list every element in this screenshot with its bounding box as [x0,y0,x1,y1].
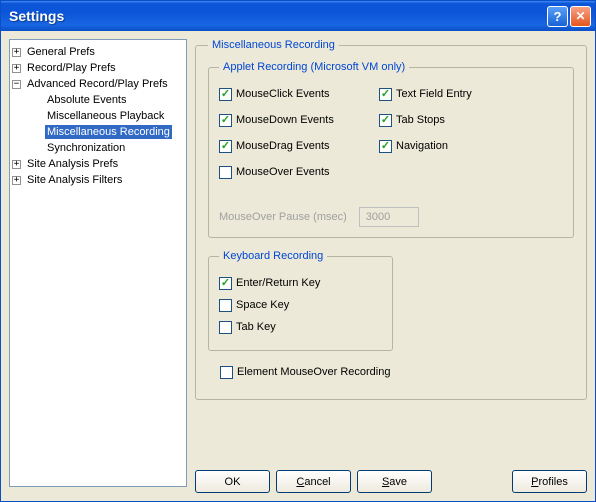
tree-node-sync[interactable]: Synchronization [32,140,184,156]
checkbox-icon[interactable] [219,114,232,127]
check-element-mouseover[interactable]: Element MouseOver Recording [220,363,574,381]
settings-window: Settings ? ✕ + General Prefs + Record/Pl… [0,0,596,502]
tree-label: Site Analysis Prefs [25,157,120,171]
check-textfield[interactable]: Text Field Entry [379,85,519,103]
minus-icon[interactable]: − [12,80,21,89]
spacer [438,470,506,493]
titlebar: Settings ? ✕ [1,1,595,31]
tree-label: General Prefs [25,45,97,59]
checkbox-icon[interactable] [219,166,232,179]
checkbox-icon[interactable] [219,299,232,312]
checkbox-icon[interactable] [379,140,392,153]
check-mouseover[interactable]: MouseOver Events [219,163,369,181]
tree-label: Miscellaneous Playback [45,109,166,123]
plus-icon[interactable]: + [12,64,21,73]
keyboard-recording-group: Keyboard Recording Enter/Return Key Spac… [208,250,393,351]
checkbox-label: Navigation [396,140,448,152]
close-button[interactable]: ✕ [570,6,591,27]
checkbox-icon[interactable] [219,277,232,290]
profiles-button[interactable]: Profiles [512,470,587,493]
advanced-children: Absolute Events Miscellaneous Playback M… [32,92,184,156]
checkbox-label: MouseDown Events [236,114,334,126]
titlebar-buttons: ? ✕ [547,6,591,27]
keyboard-title: Keyboard Recording [219,250,327,262]
check-space[interactable]: Space Key [219,296,382,314]
check-enter[interactable]: Enter/Return Key [219,274,382,292]
checkbox-icon[interactable] [379,114,392,127]
tree-node-recordplay[interactable]: + Record/Play Prefs [12,60,184,76]
pause-label: MouseOver Pause (msec) [219,211,347,223]
button-bar: OK Cancel Save Profiles [195,466,587,497]
pause-input [359,207,419,227]
checkbox-icon[interactable] [219,321,232,334]
plus-icon[interactable]: + [12,48,21,57]
checkbox-label: Tab Stops [396,114,445,126]
tree-label: Advanced Record/Play Prefs [25,77,170,91]
save-button[interactable]: Save [357,470,432,493]
checkbox-icon[interactable] [379,88,392,101]
plus-icon[interactable]: + [12,176,21,185]
tree-node-miscrec[interactable]: Miscellaneous Recording [32,124,184,140]
plus-icon[interactable]: + [12,160,21,169]
mouseover-pause-row: MouseOver Pause (msec) [219,207,563,227]
body-area: + General Prefs + Record/Play Prefs − Ad… [1,31,595,501]
tree-panel[interactable]: + General Prefs + Record/Play Prefs − Ad… [9,39,187,487]
checkbox-icon[interactable] [220,366,233,379]
applet-recording-group: Applet Recording (Microsoft VM only) Mou… [208,61,574,238]
checkbox-label: Enter/Return Key [236,277,320,289]
tree-node-sitefilters[interactable]: + Site Analysis Filters [12,172,184,188]
tree-label: Site Analysis Filters [25,173,124,187]
checkbox-label: MouseClick Events [236,88,330,100]
checkbox-label: Tab Key [236,321,276,333]
check-tab[interactable]: Tab Key [219,318,382,336]
tree-node-general[interactable]: + General Prefs [12,44,184,60]
applet-grid: MouseClick Events Text Field Entry Mouse… [219,81,563,185]
check-navigation[interactable]: Navigation [379,137,519,155]
tree-label: Synchronization [45,141,127,155]
checkbox-label: Text Field Entry [396,88,472,100]
tree-node-siteprefs[interactable]: + Site Analysis Prefs [12,156,184,172]
check-mouseclick[interactable]: MouseClick Events [219,85,369,103]
group-title: Miscellaneous Recording [208,39,339,51]
checkbox-label: Space Key [236,299,289,311]
tree-node-absolute[interactable]: Absolute Events [32,92,184,108]
check-mousedown[interactable]: MouseDown Events [219,111,369,129]
tree-label: Record/Play Prefs [25,61,118,75]
tree-node-miscplay[interactable]: Miscellaneous Playback [32,108,184,124]
ok-button[interactable]: OK [195,470,270,493]
tree-node-advanced[interactable]: − Advanced Record/Play Prefs [12,76,184,92]
cancel-button[interactable]: Cancel [276,470,351,493]
tree-label: Miscellaneous Recording [45,125,172,139]
window-title: Settings [9,8,547,24]
checkbox-icon[interactable] [219,140,232,153]
checkbox-icon[interactable] [219,88,232,101]
check-mousedrag[interactable]: MouseDrag Events [219,137,369,155]
right-panel: Miscellaneous Recording Applet Recording… [195,39,587,497]
help-button[interactable]: ? [547,6,568,27]
checkbox-label: MouseDrag Events [236,140,330,152]
checkbox-label: MouseOver Events [236,166,330,178]
tree-label: Absolute Events [45,93,129,107]
applet-title: Applet Recording (Microsoft VM only) [219,61,409,73]
check-tabstops[interactable]: Tab Stops [379,111,519,129]
checkbox-label: Element MouseOver Recording [237,366,390,378]
content-area: Miscellaneous Recording Applet Recording… [195,39,587,466]
misc-recording-group: Miscellaneous Recording Applet Recording… [195,39,587,400]
